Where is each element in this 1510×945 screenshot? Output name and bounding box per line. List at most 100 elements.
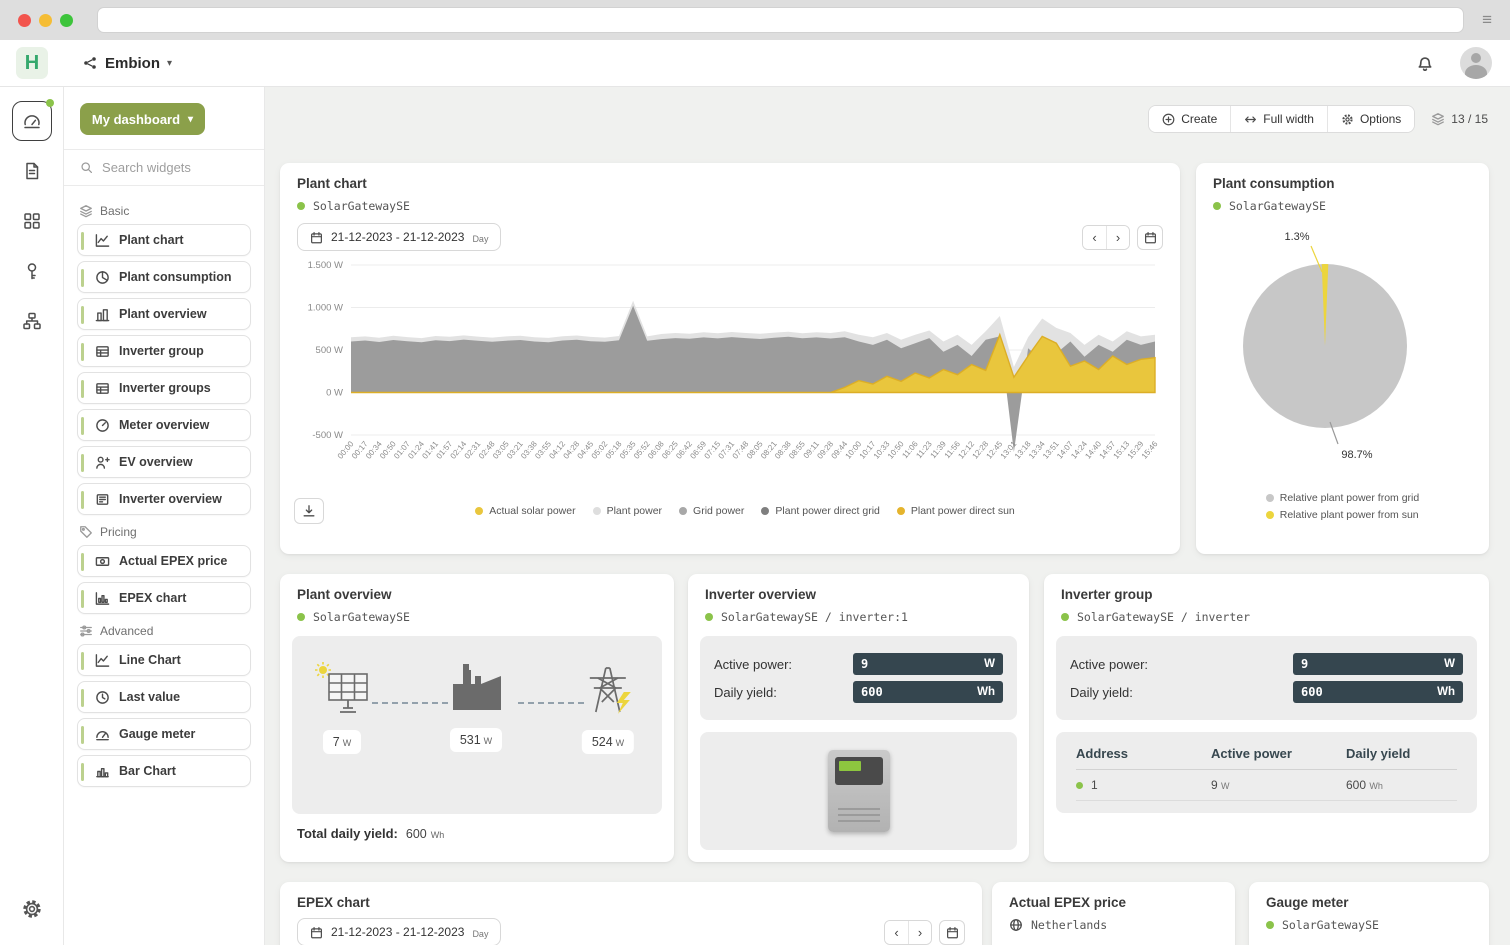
sidebar-item-gauge-meter[interactable]: Gauge meter — [77, 718, 251, 750]
sidebar-item-plant-consumption[interactable]: Plant consumption — [77, 261, 251, 293]
epex-chart-widget: EPEX chart 21-12-2023 - 21-12-2023 Day ‹… — [280, 882, 982, 945]
my-dashboard-button[interactable]: My dashboard ▾ — [80, 103, 205, 135]
legend-item: Relative plant power from grid — [1266, 492, 1419, 504]
org-switcher[interactable]: Embion ▾ — [82, 55, 172, 72]
legend-item: Actual solar power — [475, 505, 575, 517]
prev-period-button[interactable]: ‹ — [1083, 226, 1106, 249]
legend-dot — [679, 507, 687, 515]
rail-item-dashboard[interactable] — [12, 101, 52, 141]
rail-item-reports[interactable] — [12, 151, 52, 191]
clock-icon — [95, 690, 110, 705]
sidebar-item-plant-overview[interactable]: Plant overview — [77, 298, 251, 330]
accent-bar — [81, 553, 84, 571]
region-name: Netherlands — [1031, 918, 1107, 932]
solar-power-value: 7 W — [323, 730, 361, 754]
pie-chart-icon — [95, 270, 110, 285]
plant-chart-widget: Plant chart SolarGatewaySE 21-12-2023 - … — [280, 163, 1180, 554]
granularity-label: Day — [472, 234, 488, 244]
total-daily-yield-label: Total daily yield: — [297, 826, 398, 841]
legend-item: Plant power — [593, 505, 662, 517]
sidebar-item-ev-overview[interactable]: EV overview — [77, 446, 251, 478]
browser-menu-icon[interactable]: ≡ — [1482, 10, 1492, 30]
sidebar-item-epex-chart[interactable]: EPEX chart — [77, 582, 251, 614]
flow-line — [372, 702, 448, 704]
inverter-group-widget: Inverter group SolarGatewaySE / inverter… — [1044, 574, 1489, 862]
accent-bar — [81, 232, 84, 250]
chevron-down-icon: ▾ — [167, 58, 172, 69]
sidebar-item-meter-overview[interactable]: Meter overview — [77, 409, 251, 441]
sidebar-item-inverter-group[interactable]: Inverter group — [77, 335, 251, 367]
widget-title: Plant overview — [297, 587, 657, 602]
create-button[interactable]: Create — [1149, 106, 1230, 132]
gauge-meter-widget: Gauge meter SolarGatewaySE — [1249, 882, 1489, 945]
window-close-button[interactable] — [18, 14, 31, 27]
date-range-button[interactable]: 21-12-2023 - 21-12-2023 Day — [297, 918, 501, 945]
meter-icon — [95, 418, 110, 433]
search-input[interactable] — [102, 160, 248, 175]
widget-title: Gauge meter — [1266, 895, 1472, 910]
accent-bar — [81, 269, 84, 287]
status-dot — [705, 613, 713, 621]
date-range-button[interactable]: 21-12-2023 - 21-12-2023 Day — [297, 223, 501, 251]
window-minimize-button[interactable] — [39, 14, 52, 27]
browser-url-input[interactable] — [97, 7, 1464, 33]
device-name: SolarGatewaySE — [313, 610, 410, 624]
factory-icon — [449, 662, 503, 712]
svg-text:1.000 W: 1.000 W — [308, 303, 343, 314]
section-advanced: Advanced — [79, 624, 249, 638]
granularity-label: Day — [472, 929, 488, 939]
sidebar-item-inverter-groups[interactable]: Inverter groups — [77, 372, 251, 404]
daily-yield-label: Daily yield: — [714, 685, 777, 700]
download-icon — [302, 504, 316, 518]
window-zoom-button[interactable] — [60, 14, 73, 27]
active-power-label: Active power: — [1070, 657, 1148, 672]
plus-circle-icon — [1162, 113, 1175, 126]
app-logo[interactable]: H — [16, 47, 48, 79]
svg-text:98.7%: 98.7% — [1341, 449, 1372, 461]
tag-icon — [79, 525, 93, 539]
status-dot — [1213, 202, 1221, 210]
status-dot — [297, 613, 305, 621]
flow-line — [518, 702, 584, 704]
full-width-button[interactable]: Full width — [1230, 106, 1327, 132]
column-header: Active power — [1211, 746, 1346, 761]
active-power-badge: 9 W — [1293, 653, 1463, 675]
plant-power-value: 531 W — [450, 728, 502, 752]
document-icon — [22, 161, 42, 181]
column-header: Address — [1076, 746, 1211, 761]
legend-dot — [475, 507, 483, 515]
rail-item-settings[interactable] — [12, 889, 52, 929]
power-flow-diagram: 7 W 531 W — [292, 636, 662, 814]
calendar-icon — [1144, 231, 1157, 244]
rail-item-hierarchy[interactable] — [12, 301, 52, 341]
sidebar-item-last-value[interactable]: Last value — [77, 681, 251, 713]
next-period-button[interactable]: › — [908, 921, 931, 944]
legend-item: Plant power direct grid — [761, 505, 879, 517]
prev-period-button[interactable]: ‹ — [885, 921, 908, 944]
inverter-overview-widget: Inverter overview SolarGatewaySE / inver… — [688, 574, 1029, 862]
inverter-device-image — [828, 750, 890, 832]
device-name: SolarGatewaySE — [1229, 199, 1326, 213]
sidebar-item-plant-chart[interactable]: Plant chart — [77, 224, 251, 256]
calendar-button[interactable] — [1137, 225, 1163, 250]
total-daily-yield-value: 600 — [406, 827, 427, 841]
sidebar-item-line-chart[interactable]: Line Chart — [77, 644, 251, 676]
gauge-icon — [95, 727, 110, 742]
sidebar-item-inverter-overview[interactable]: Inverter overview — [77, 483, 251, 515]
user-avatar[interactable] — [1460, 47, 1492, 79]
chevron-right-icon: › — [918, 925, 922, 940]
sidebar-item-bar-chart[interactable]: Bar Chart — [77, 755, 251, 787]
options-button[interactable]: Options — [1327, 106, 1414, 132]
legend-dot — [593, 507, 601, 515]
rail-item-access[interactable] — [12, 251, 52, 291]
rail-item-widgets[interactable] — [12, 201, 52, 241]
widget-title: Plant consumption — [1213, 176, 1472, 191]
notifications-button[interactable] — [1416, 54, 1434, 72]
widget-title: Inverter group — [1061, 587, 1472, 602]
next-period-button[interactable]: › — [1106, 226, 1129, 249]
accent-bar — [81, 306, 84, 324]
svg-text:1.500 W: 1.500 W — [308, 260, 343, 271]
calendar-button[interactable] — [939, 920, 965, 945]
sidebar-item-actual-epex-price[interactable]: Actual EPEX price — [77, 545, 251, 577]
download-button[interactable] — [294, 498, 324, 524]
